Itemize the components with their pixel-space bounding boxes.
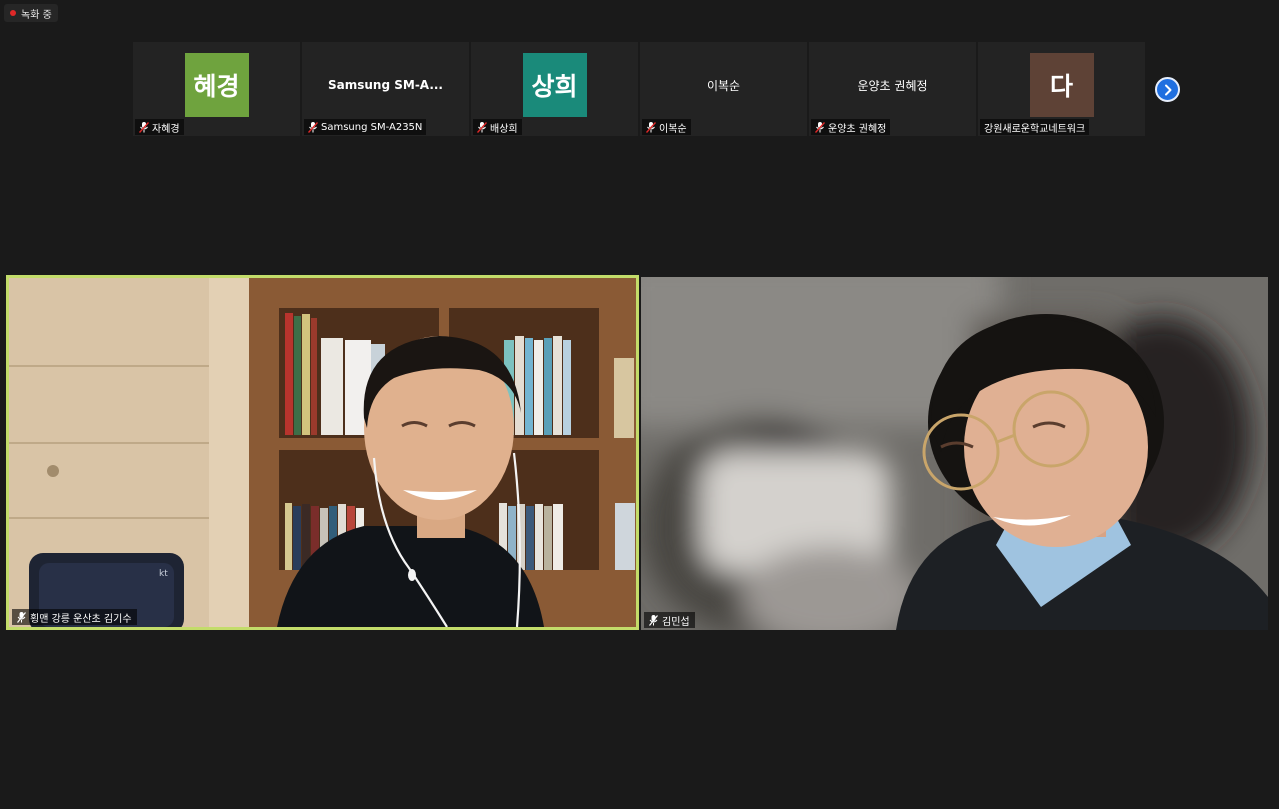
participant-tile[interactable]: 이복순 이복순: [640, 42, 807, 136]
participant-name-label: 자혜경: [135, 119, 184, 135]
participant-name-label: 운양초 권혜정: [811, 119, 891, 135]
participant-name-label: 이복순: [642, 119, 691, 135]
participant-name: Samsung SM-A235N: [321, 121, 423, 133]
participant-video-feed: [641, 277, 1268, 630]
participant-name: 자혜경: [152, 123, 180, 135]
video-participant-name: 횡맨 강릉 운산초 김기수: [30, 613, 132, 625]
recording-label: 녹화 중: [21, 9, 52, 21]
participant-name: 강원새로운학교네트워크: [984, 123, 1086, 135]
video-tile-active-speaker[interactable]: kt 횡맨 강릉 운산초 김기수: [6, 275, 639, 630]
video-name-label: 횡맨 강릉 운산초 김기수: [12, 609, 137, 625]
participant-tile[interactable]: 운양초 권혜정 운양초 권혜정: [809, 42, 976, 136]
svg-text:kt: kt: [159, 569, 168, 579]
mic-icon: [17, 611, 26, 623]
recording-indicator: 녹화 중: [4, 4, 58, 22]
participant-avatar: 혜경: [184, 53, 249, 117]
participant-tile[interactable]: 다 강원새로운학교네트워크: [978, 42, 1145, 136]
video-participant-name: 김민섭: [662, 616, 690, 628]
participant-display-name: Samsung SM-A...: [328, 78, 443, 92]
participant-name: 운양초 권혜정: [828, 123, 887, 135]
participant-video-feed: kt: [9, 278, 636, 627]
participant-tile[interactable]: 상희 배상희: [471, 42, 638, 136]
mic-muted-icon: [477, 121, 487, 133]
participant-avatar: 다: [1029, 53, 1094, 117]
participant-tile[interactable]: 혜경 자혜경: [133, 42, 300, 136]
participant-name-label: Samsung SM-A235N: [304, 119, 427, 135]
participant-name: 이복순: [659, 123, 687, 135]
mic-muted-icon: [815, 121, 825, 133]
video-tile[interactable]: 김민섭: [641, 277, 1268, 630]
mic-icon: [649, 614, 658, 626]
mic-muted-icon: [139, 121, 149, 133]
participant-avatar: 상희: [522, 53, 587, 117]
recording-dot-icon: [10, 10, 16, 16]
participant-strip: 혜경 자혜경 Samsung SM-A... Samsung SM-A235N …: [133, 42, 1145, 136]
participant-name-label: 강원새로운학교네트워크: [980, 119, 1090, 135]
participant-display-name: 운양초 권혜정: [857, 78, 928, 93]
participant-tile[interactable]: Samsung SM-A... Samsung SM-A235N: [302, 42, 469, 136]
participant-name-label: 배상희: [473, 119, 522, 135]
chevron-right-icon: [1164, 84, 1171, 95]
mic-muted-icon: [646, 121, 656, 133]
mic-muted-icon: [308, 121, 318, 133]
video-name-label: 김민섭: [644, 612, 695, 628]
next-page-button[interactable]: [1155, 77, 1180, 102]
participant-name: 배상희: [490, 123, 518, 135]
participant-display-name: 이복순: [706, 78, 741, 93]
